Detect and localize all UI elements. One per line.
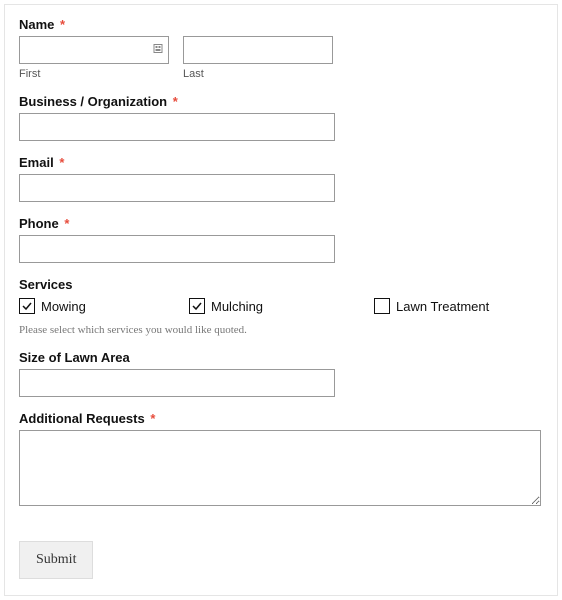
business-field-group: Business / Organization * xyxy=(19,94,543,141)
services-row: Mowing Mulching Lawn Treatment xyxy=(19,298,543,314)
required-asterisk: * xyxy=(60,17,65,32)
required-asterisk: * xyxy=(173,94,178,109)
check-icon xyxy=(192,301,202,311)
required-asterisk: * xyxy=(150,411,155,426)
services-hint: Please select which services you would l… xyxy=(19,324,543,336)
service-option-mulching[interactable]: Mulching xyxy=(189,298,374,314)
lawn-size-label: Size of Lawn Area xyxy=(19,350,543,365)
lawn-size-input[interactable] xyxy=(19,369,335,397)
lawn-size-field-group: Size of Lawn Area xyxy=(19,350,543,397)
name-field-group: Name * First Last xyxy=(19,17,543,80)
last-name-sublabel: Last xyxy=(183,68,333,80)
first-name-wrapper xyxy=(19,36,169,64)
services-field-group: Services Mowing Mulching Lawn Treatment … xyxy=(19,277,543,336)
quote-form: Name * First Last Business / Organizatio… xyxy=(4,4,558,596)
check-icon xyxy=(22,301,32,311)
phone-field-group: Phone * xyxy=(19,216,543,263)
additional-textarea[interactable] xyxy=(19,430,541,506)
name-label: Name * xyxy=(19,17,543,32)
phone-label: Phone * xyxy=(19,216,543,231)
service-label-lawn-treatment: Lawn Treatment xyxy=(396,299,489,314)
last-name-col: Last xyxy=(183,36,333,80)
additional-field-group: Additional Requests * xyxy=(19,411,543,511)
first-name-col: First xyxy=(19,36,169,80)
last-name-input[interactable] xyxy=(183,36,333,64)
business-label: Business / Organization * xyxy=(19,94,543,109)
checkbox-lawn-treatment[interactable] xyxy=(374,298,390,314)
submit-button[interactable]: Submit xyxy=(19,541,93,579)
services-label: Services xyxy=(19,277,543,292)
first-name-input[interactable] xyxy=(19,36,169,64)
service-label-mulching: Mulching xyxy=(211,299,263,314)
email-label: Email * xyxy=(19,155,543,170)
email-field-group: Email * xyxy=(19,155,543,202)
service-label-mowing: Mowing xyxy=(41,299,86,314)
phone-input[interactable] xyxy=(19,235,335,263)
business-input[interactable] xyxy=(19,113,335,141)
phone-label-text: Phone xyxy=(19,216,59,231)
additional-label: Additional Requests * xyxy=(19,411,543,426)
business-label-text: Business / Organization xyxy=(19,94,167,109)
required-asterisk: * xyxy=(59,155,64,170)
name-label-text: Name xyxy=(19,17,54,32)
additional-label-text: Additional Requests xyxy=(19,411,145,426)
required-asterisk: * xyxy=(64,216,69,231)
email-label-text: Email xyxy=(19,155,54,170)
first-name-sublabel: First xyxy=(19,68,169,80)
email-input[interactable] xyxy=(19,174,335,202)
service-option-lawn-treatment[interactable]: Lawn Treatment xyxy=(374,298,489,314)
checkbox-mowing[interactable] xyxy=(19,298,35,314)
checkbox-mulching[interactable] xyxy=(189,298,205,314)
service-option-mowing[interactable]: Mowing xyxy=(19,298,189,314)
name-row: First Last xyxy=(19,36,543,80)
